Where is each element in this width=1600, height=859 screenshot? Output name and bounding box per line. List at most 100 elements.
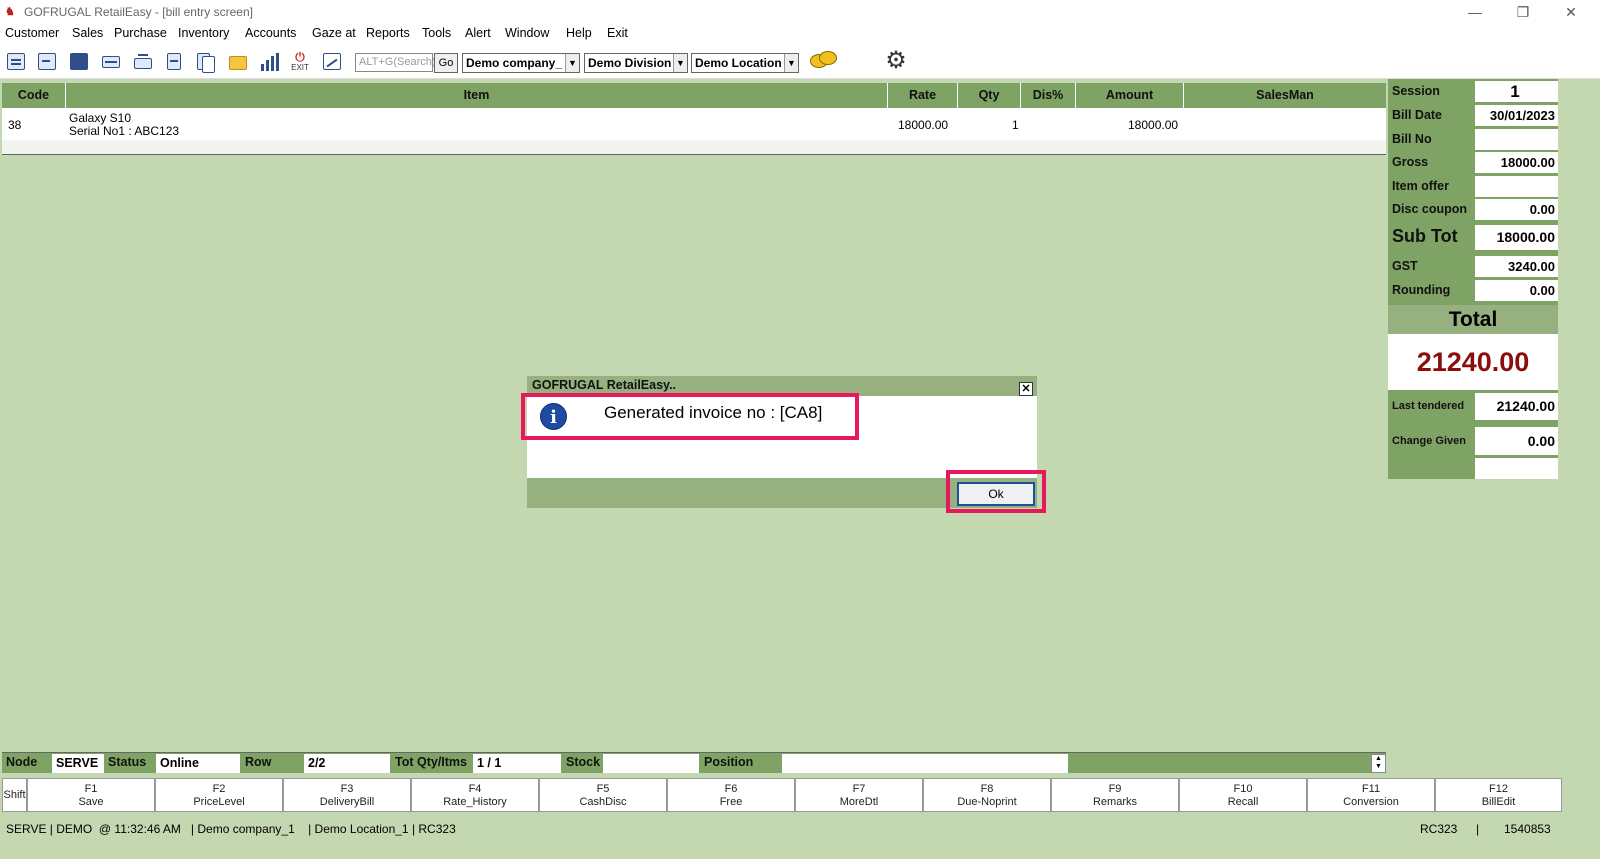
- f7-moredtl-button[interactable]: F7 MoreDtl: [795, 778, 923, 812]
- message-highlight: [521, 393, 859, 440]
- window-title: GOFRUGAL RetailEasy - [bill entry screen…: [24, 5, 253, 19]
- row-amount: 18000.00: [1128, 118, 1179, 132]
- col-qty: Qty: [958, 83, 1021, 108]
- bar-chart-icon[interactable]: [257, 50, 281, 72]
- company-select[interactable]: Demo company_ ▼: [462, 53, 580, 73]
- f6-free-button[interactable]: F6 Free: [667, 778, 795, 812]
- gross-label: Gross: [1392, 155, 1429, 169]
- last-tendered-label: Last tendered: [1392, 400, 1465, 412]
- bill-no-label: Bill No: [1392, 132, 1432, 146]
- disc-coupon-label: Disc coupon: [1392, 202, 1468, 216]
- bill-date-value[interactable]: 30/01/2023: [1475, 105, 1558, 126]
- row-code: 38: [8, 118, 22, 132]
- close-window-button[interactable]: ✕: [1548, 0, 1594, 24]
- rounding-value: 0.00: [1475, 280, 1558, 301]
- stock-value: [603, 754, 699, 773]
- f3-deliverybill-button[interactable]: F3 DeliveryBill: [283, 778, 411, 812]
- menu-accounts[interactable]: Accounts: [245, 26, 296, 40]
- col-rate: Rate: [888, 83, 958, 108]
- node-label: Node: [6, 755, 38, 769]
- menu-window[interactable]: Window: [505, 26, 549, 40]
- gear-icon[interactable]: ⚙: [884, 49, 908, 73]
- menu-exit[interactable]: Exit: [607, 26, 628, 40]
- status-separator: |: [1476, 822, 1480, 836]
- document-search-icon[interactable]: [35, 50, 59, 72]
- f1-save-button[interactable]: F1 Save: [27, 778, 155, 812]
- menu-help[interactable]: Help: [566, 26, 592, 40]
- go-button[interactable]: Go: [434, 53, 458, 73]
- division-select[interactable]: Demo Division ▼: [584, 53, 688, 73]
- menu-tools[interactable]: Tools: [422, 26, 451, 40]
- status-number: 1540853: [1504, 822, 1551, 836]
- f8-due-noprint-button[interactable]: F8 Due-Noprint: [923, 778, 1051, 812]
- item-offer-value: [1475, 176, 1558, 197]
- f9-remarks-button[interactable]: F9 Remarks: [1051, 778, 1179, 812]
- session-value: 1: [1475, 81, 1558, 102]
- change-given-label: Change Given: [1392, 435, 1466, 447]
- row-qty: 1: [1012, 118, 1019, 132]
- rounding-label: Rounding: [1392, 283, 1451, 297]
- menu-inventory[interactable]: Inventory: [178, 26, 229, 40]
- node-value: SERVE: [52, 754, 104, 773]
- shift-key[interactable]: Shift: [2, 778, 27, 812]
- menu-sales[interactable]: Sales: [72, 26, 103, 40]
- f12-billedit-button[interactable]: F12 BillEdit: [1435, 778, 1562, 812]
- last-tendered-value: 21240.00: [1475, 393, 1558, 420]
- location-select[interactable]: Demo Location ▼: [691, 53, 799, 73]
- tot-qty-value: 1 / 1: [473, 754, 561, 773]
- status-label: Status: [108, 755, 147, 769]
- bill-summary-panel: Session 1 Bill Date 30/01/2023 Bill No G…: [1388, 79, 1558, 479]
- row-item: Galaxy S10: [69, 111, 132, 125]
- f2-pricelevel-button[interactable]: F2 PriceLevel: [155, 778, 283, 812]
- status-info: SERVE | DEMO @ 11:32:46 AM | Demo compan…: [6, 822, 456, 836]
- bottom-status-bar: SERVE | DEMO @ 11:32:46 AM | Demo compan…: [0, 818, 1600, 840]
- copy-document-icon[interactable]: [194, 50, 218, 73]
- col-amount: Amount: [1076, 83, 1184, 108]
- close-icon[interactable]: ✕: [1019, 382, 1033, 396]
- restore-button[interactable]: ❐: [1500, 0, 1546, 24]
- toolbar: ⏻ EXIT ALT+G(Search) Go Demo company_ ▼ De…: [0, 44, 1600, 79]
- total-value: 21240.00: [1388, 334, 1558, 390]
- spinner-icon[interactable]: ▲ ▼: [1371, 754, 1386, 773]
- menu-gaze-at[interactable]: Gaze at: [312, 26, 356, 40]
- col-item: Item: [66, 83, 888, 108]
- minimize-button[interactable]: —: [1452, 0, 1498, 24]
- menu-bar: Customer Sales Purchase Inventory Accoun…: [0, 24, 1600, 44]
- menu-alert[interactable]: Alert: [465, 26, 491, 40]
- report-icon[interactable]: [162, 50, 186, 72]
- table-row[interactable]: 38 Galaxy S10 Serial No1 : ABC123 18000.…: [2, 108, 1386, 140]
- calculator-icon[interactable]: [67, 50, 91, 72]
- f10-recall-button[interactable]: F10 Recall: [1179, 778, 1307, 812]
- row-serial: Serial No1 : ABC123: [69, 124, 180, 138]
- col-salesman: SalesMan: [1256, 88, 1314, 102]
- menu-customer[interactable]: Customer: [5, 26, 59, 40]
- gst-label: GST: [1392, 259, 1418, 273]
- item-grid-header: Code Item Rate Qty Dis% Amount SalesMan: [2, 83, 1386, 108]
- f5-cashdisc-button[interactable]: F5 CashDisc: [539, 778, 667, 812]
- position-value: [782, 754, 1068, 773]
- menu-reports[interactable]: Reports: [366, 26, 410, 40]
- new-bill-icon[interactable]: [4, 50, 28, 72]
- print-icon[interactable]: [131, 50, 155, 72]
- f4-rate-history-button[interactable]: F4 Rate_History: [411, 778, 539, 812]
- bill-date-label: Bill Date: [1392, 108, 1443, 122]
- f11-conversion-button[interactable]: F11 Conversion: [1307, 778, 1435, 812]
- trend-chart-icon[interactable]: [320, 50, 344, 72]
- row-rate: 18000.00: [898, 118, 949, 132]
- function-key-bar: Shift F1 Save F2 PriceLevel F3 DeliveryBill…: [2, 778, 1562, 812]
- open-folder-icon[interactable]: [226, 50, 250, 72]
- status-value: Online: [156, 754, 240, 773]
- change-given-value: 0.00: [1475, 427, 1558, 455]
- disc-coupon-value: 0.00: [1475, 199, 1558, 220]
- row-label: Row: [245, 755, 272, 769]
- exit-icon[interactable]: ⏻ EXIT: [287, 51, 313, 72]
- keyboard-icon[interactable]: [99, 50, 123, 72]
- menu-purchase[interactable]: Purchase: [114, 26, 167, 40]
- app-icon: ♞: [5, 6, 15, 18]
- position-label: Position: [704, 755, 754, 769]
- col-dis: Dis%: [1021, 83, 1076, 108]
- chat-bubbles-icon[interactable]: [810, 51, 838, 73]
- empty-row[interactable]: [2, 140, 1386, 155]
- status-row: Node SERVE Status Online Row 2/2 Tot Qty…: [2, 752, 1386, 773]
- search-input[interactable]: ALT+G(Search): [355, 53, 436, 72]
